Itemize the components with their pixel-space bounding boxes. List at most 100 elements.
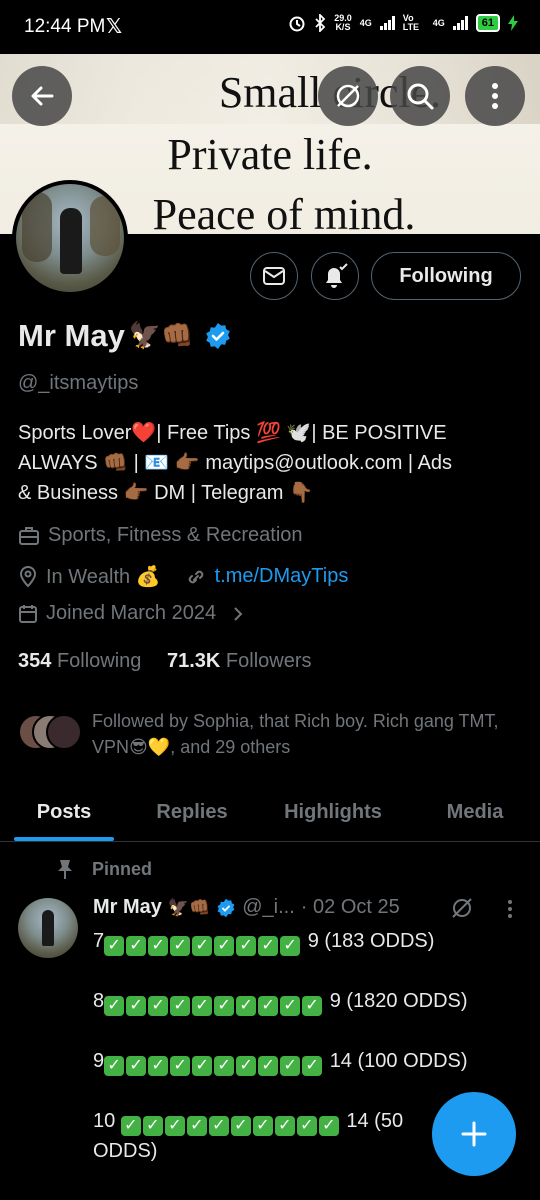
post-author-emojis: 🦅👊🏾 bbox=[167, 897, 211, 918]
profile-avatar[interactable] bbox=[12, 180, 128, 296]
plus-icon bbox=[461, 1121, 487, 1147]
profile-location-row: In Wealth 💰 t.me/DMayTips bbox=[18, 564, 348, 589]
compose-post-button[interactable] bbox=[432, 1092, 516, 1176]
check-mark-icon: ✓ bbox=[170, 996, 191, 1016]
bio-line: ALWAYS 👊🏾 | 📧 👉🏾 maytips@outlook.com | A… bbox=[18, 452, 453, 474]
profile-handle: @_itsmaytips bbox=[18, 372, 139, 394]
check-mark-icon: ✓ bbox=[236, 1056, 257, 1076]
followed-by-row[interactable]: Followed by Sophia, that Rich boy. Rich … bbox=[18, 708, 512, 760]
pin-icon bbox=[58, 860, 72, 879]
grok-button[interactable] bbox=[318, 66, 378, 126]
bio-line: & Business 👉🏾 DM | Telegram 👇🏾 bbox=[18, 482, 314, 504]
post-author-avatar[interactable] bbox=[18, 898, 78, 958]
check-mark-icon: ✓ bbox=[236, 996, 257, 1016]
briefcase-icon bbox=[19, 526, 39, 545]
more-options-button[interactable] bbox=[465, 66, 525, 126]
mail-icon bbox=[263, 267, 285, 285]
grok-icon bbox=[336, 84, 360, 108]
check-mark-icon: ✓ bbox=[148, 996, 169, 1016]
tab-posts[interactable]: Posts bbox=[0, 784, 128, 841]
message-button[interactable] bbox=[250, 252, 298, 300]
bluetooth-icon bbox=[315, 14, 326, 32]
tab-media[interactable]: Media bbox=[410, 784, 540, 841]
verified-badge-icon bbox=[217, 898, 235, 917]
link-icon bbox=[188, 570, 203, 583]
arrow-left-icon bbox=[31, 86, 54, 106]
check-mark-icon: ✓ bbox=[192, 936, 213, 956]
tab-highlights[interactable]: Highlights bbox=[256, 784, 410, 841]
back-button[interactable] bbox=[12, 66, 72, 126]
profile-name-row: Mr May 🦅👊🏾 bbox=[18, 318, 232, 354]
pinned-indicator: Pinned bbox=[56, 858, 152, 880]
check-mark-icon: ✓ bbox=[126, 1056, 147, 1076]
bell-check-icon bbox=[326, 263, 348, 288]
profile-tabs: Posts Replies Highlights Media bbox=[0, 784, 540, 842]
notifications-button[interactable] bbox=[311, 252, 359, 300]
check-mark-icon: ✓ bbox=[214, 936, 235, 956]
check-mark-icon: ✓ bbox=[258, 1056, 279, 1076]
signal-icon bbox=[379, 16, 395, 30]
check-mark-icon: ✓ bbox=[142, 1116, 163, 1136]
following-button[interactable]: Following bbox=[371, 252, 521, 300]
check-mark-icon: ✓ bbox=[296, 1116, 317, 1136]
name-emojis: 🦅👊🏾 bbox=[128, 321, 194, 351]
joined-date-row[interactable]: Joined March 2024 bbox=[18, 602, 244, 625]
check-mark-icon: ✓ bbox=[164, 1116, 185, 1136]
profile-link[interactable]: t.me/DMayTips bbox=[215, 565, 349, 588]
check-mark-icon: ✓ bbox=[104, 996, 125, 1016]
follow-counts: 354 Following 71.3K Followers bbox=[18, 650, 312, 673]
profile-bio: Sports Lover❤️| Free Tips 💯 🕊️| BE POSIT… bbox=[18, 418, 518, 508]
check-mark-icon: ✓ bbox=[258, 996, 279, 1016]
volte-label: Vo LTE bbox=[402, 13, 420, 32]
more-vertical-icon bbox=[492, 83, 498, 109]
post-author-name[interactable]: Mr May bbox=[93, 896, 162, 919]
charging-icon bbox=[508, 15, 518, 31]
network-type-2: 4G bbox=[432, 17, 445, 28]
check-mark-icon: ✓ bbox=[148, 1056, 169, 1076]
post-more-icon[interactable] bbox=[506, 898, 514, 920]
status-icons: 29.0 K/S 4G Vo LTE 4G 61 bbox=[288, 14, 518, 32]
check-mark-icon: ✓ bbox=[104, 936, 125, 956]
alarm-icon bbox=[289, 16, 305, 32]
check-mark-icon: ✓ bbox=[214, 1056, 235, 1076]
post-author-handle: @_i... bbox=[242, 896, 295, 918]
followed-by-text: Followed by Sophia, that Rich boy. Rich … bbox=[92, 711, 499, 757]
check-mark-icon: ✓ bbox=[192, 1056, 213, 1076]
following-count-link[interactable]: 354 Following bbox=[18, 650, 141, 672]
location-label: In Wealth 💰 bbox=[46, 566, 161, 588]
search-icon bbox=[407, 83, 434, 110]
post-date: · 02 Oct 25 bbox=[300, 896, 400, 918]
check-mark-icon: ✓ bbox=[280, 1056, 301, 1076]
post-line: 9 ✓ ✓ ✓ ✓ ✓ ✓ ✓ ✓ ✓ ✓ 14 (100 ODDS) bbox=[93, 1050, 468, 1076]
check-mark-icon: ✓ bbox=[192, 996, 213, 1016]
check-mark-icon: ✓ bbox=[214, 996, 235, 1016]
display-name: Mr May bbox=[18, 318, 125, 353]
verified-badge-icon bbox=[205, 323, 230, 349]
network-speed: 29.0 K/S bbox=[334, 13, 352, 32]
status-time: 12:44 PM bbox=[24, 16, 106, 37]
post-line: 7 ✓ ✓ ✓ ✓ ✓ ✓ ✓ ✓ ✓ 9 (183 ODDS) bbox=[93, 930, 435, 956]
check-mark-icon: ✓ bbox=[126, 936, 147, 956]
tab-replies[interactable]: Replies bbox=[128, 784, 256, 841]
followers-count-link[interactable]: 71.3K Followers bbox=[167, 650, 312, 672]
follower-avatar-stack bbox=[18, 714, 86, 754]
grok-icon[interactable] bbox=[450, 896, 474, 920]
status-bar: 12:44 PM 𝕏 29.0 K/S 4G Vo LTE 4G 61 bbox=[0, 0, 540, 54]
check-mark-icon: ✓ bbox=[280, 936, 301, 956]
check-mark-icon: ✓ bbox=[208, 1116, 229, 1136]
check-mark-icon: ✓ bbox=[318, 1116, 339, 1136]
location-pin-icon bbox=[19, 565, 37, 587]
chevron-right-icon bbox=[234, 606, 243, 621]
check-mark-icon: ✓ bbox=[170, 1056, 191, 1076]
x-notification-icon: 𝕏 bbox=[106, 16, 123, 38]
check-mark-icon: ✓ bbox=[186, 1116, 207, 1136]
signal-icon-2 bbox=[452, 16, 468, 30]
search-button[interactable] bbox=[390, 66, 450, 126]
check-mark-icon: ✓ bbox=[170, 936, 191, 956]
banner-text-line2: Private life. bbox=[167, 130, 373, 179]
post-header: Mr May 🦅👊🏾 @_i... · 02 Oct 25 bbox=[93, 896, 400, 919]
check-mark-icon: ✓ bbox=[280, 996, 301, 1016]
check-mark-icon: ✓ bbox=[302, 996, 323, 1016]
check-mark-icon: ✓ bbox=[126, 996, 147, 1016]
check-mark-icon: ✓ bbox=[258, 936, 279, 956]
